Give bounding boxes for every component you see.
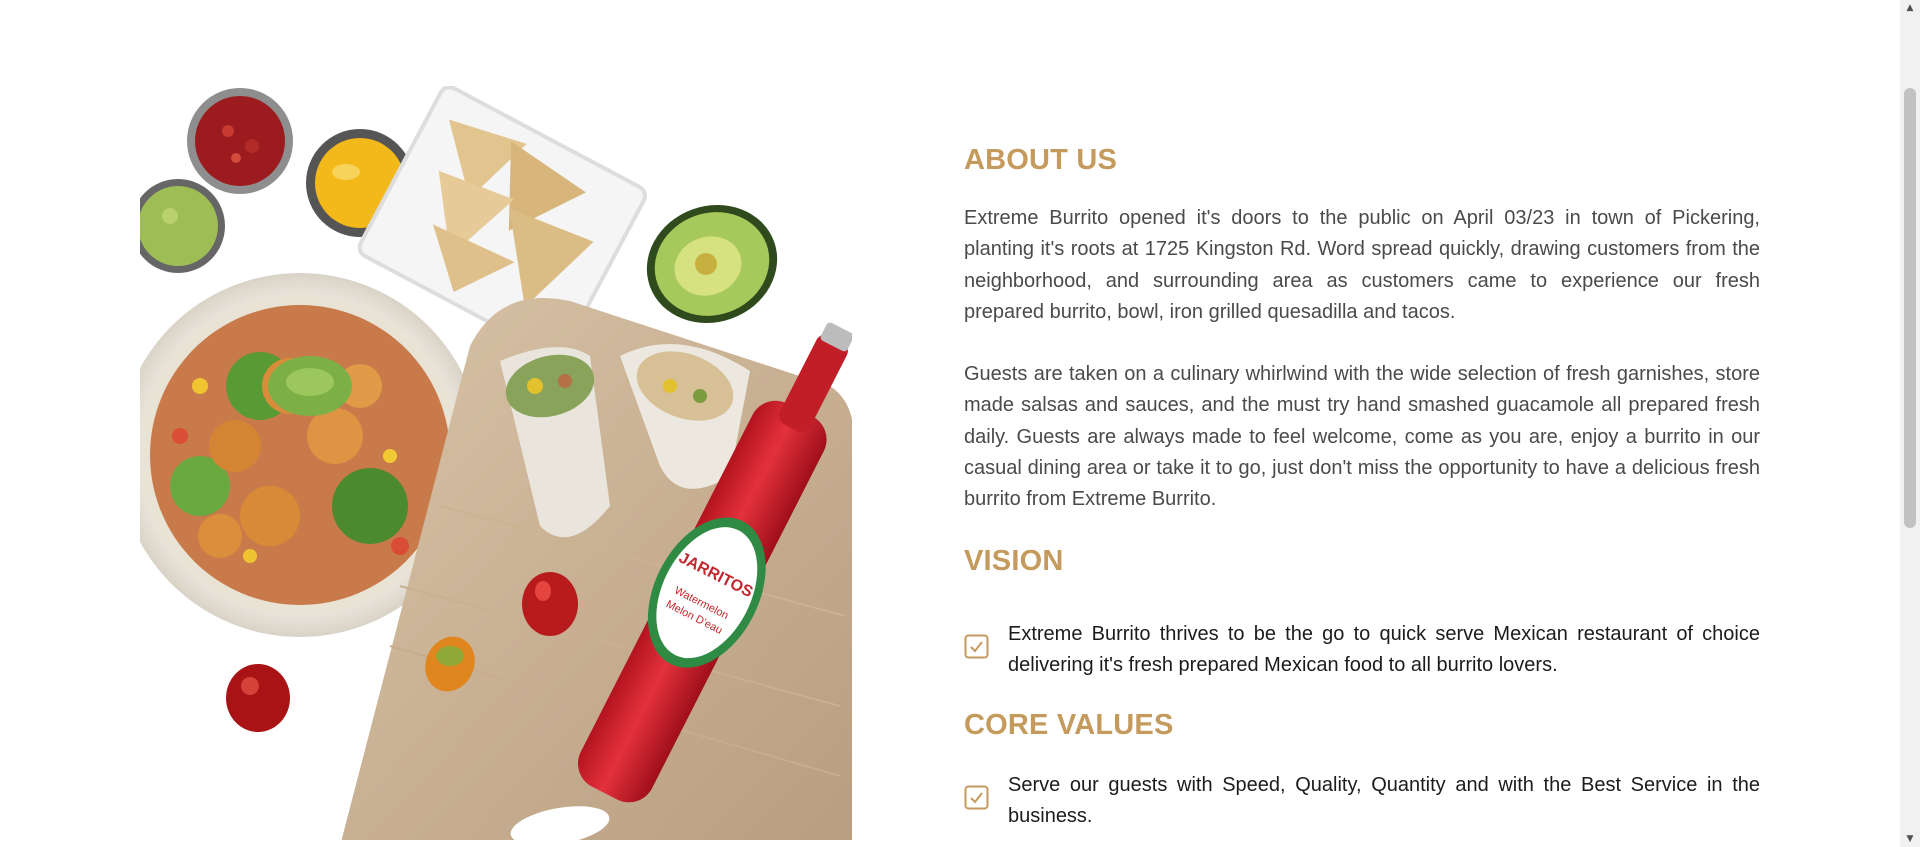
core-values-heading: CORE VALUES	[964, 709, 1174, 741]
scroll-up-arrow-icon[interactable]: ▲	[1900, 0, 1920, 16]
vertical-scrollbar[interactable]: ▲ ▼	[1900, 0, 1920, 847]
vision-item-text: Extreme Burrito thrives to be the go to …	[1008, 623, 1760, 676]
scrollbar-thumb[interactable]	[1904, 88, 1916, 528]
checkbox-icon	[964, 785, 989, 810]
page: JARRITOS Watermelon Melon D'eau ABOUT US…	[0, 0, 1900, 847]
checkbox-icon	[964, 634, 989, 659]
avocado-half	[646, 205, 778, 323]
salsa-cup	[187, 88, 293, 194]
about-heading: ABOUT US	[964, 144, 1118, 176]
about-paragraph-1: Extreme Burrito opened it's doors to the…	[964, 207, 1760, 323]
scroll-down-arrow-icon[interactable]: ▼	[1900, 831, 1920, 847]
vision-heading: VISION	[964, 545, 1064, 577]
about-paragraph-2: Guests are taken on a culinary whirlwind…	[964, 363, 1760, 511]
food-spread-image: JARRITOS Watermelon Melon D'eau	[140, 86, 852, 840]
guacamole-cup	[140, 179, 225, 273]
core-values-item-text: Serve our guests with Speed, Quality, Qu…	[1008, 774, 1760, 827]
